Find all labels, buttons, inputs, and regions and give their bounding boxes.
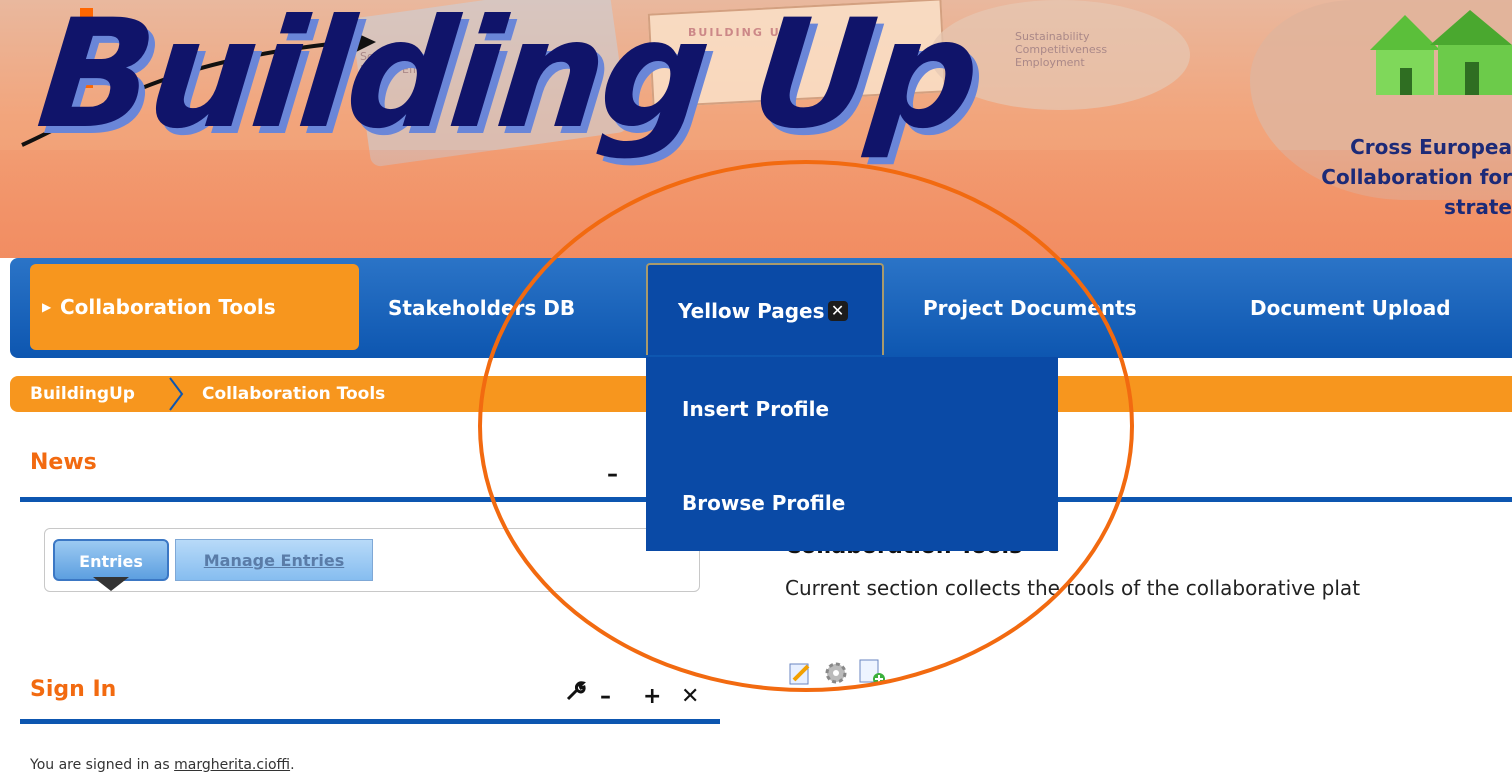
tagline-line: strate [1444, 195, 1512, 219]
breadcrumb-item[interactable]: BuildingUp [30, 376, 135, 412]
nav-item-stakeholders-db[interactable]: Stakeholders DB [388, 258, 575, 358]
chevron-right-icon [169, 377, 184, 411]
breadcrumb-item[interactable]: Collaboration Tools [202, 376, 385, 412]
tab-manage-entries[interactable]: Manage Entries [175, 539, 373, 581]
add-page-icon[interactable] [858, 658, 886, 690]
minimize-icon[interactable]: – [600, 684, 611, 709]
banner-note: Sustainability Competitiveness Employmen… [1015, 30, 1108, 69]
tagline-line: Cross Europea [1350, 135, 1512, 159]
gear-icon[interactable] [823, 660, 849, 690]
nav-item-collaboration-tools[interactable]: ▶ Collaboration Tools [30, 264, 359, 350]
divider [20, 719, 720, 724]
username-link[interactable]: margherita.cioffi [174, 757, 290, 773]
nav-item-label: Document Upload [1250, 296, 1451, 320]
nav-item-yellow-pages[interactable]: Yellow Pages ✕ [646, 263, 884, 355]
site-tagline: Cross Europea Collaboration for strate [1212, 132, 1512, 222]
caret-right-icon: ▶ [42, 300, 52, 314]
content-description: Current section collects the tools of th… [785, 576, 1361, 600]
maximize-icon[interactable]: + [643, 684, 661, 709]
header-banner: BUILDING UP Solutions for Energy Effic S… [0, 0, 1512, 258]
close-icon[interactable]: ✕ [681, 684, 699, 709]
tagline-line: Collaboration for [1321, 165, 1512, 189]
menu-item-browse-profile[interactable]: Browse Profile [682, 491, 845, 515]
news-tabs-container: Entries Manage Entries [44, 528, 700, 592]
content-actions [788, 658, 890, 690]
nav-item-label: Yellow Pages [678, 299, 825, 323]
minimize-icon[interactable]: – [607, 462, 618, 487]
yellow-pages-dropdown: Insert Profile Browse Profile [646, 357, 1058, 551]
tab-pointer-icon [93, 577, 129, 591]
wrench-icon[interactable] [565, 680, 587, 707]
signed-in-suffix: . [290, 757, 295, 773]
signin-portlet-title: Sign In [30, 677, 117, 702]
news-portlet-title: News [30, 450, 97, 475]
houses-icon [1370, 10, 1512, 95]
signed-in-prefix: You are signed in as [30, 757, 175, 773]
nav-item-label: Collaboration Tools [60, 295, 276, 319]
nav-item-label: Stakeholders DB [388, 296, 576, 320]
nav-item-label: Project Documents [923, 296, 1137, 320]
site-logo[interactable]: Building Up [31, 0, 984, 162]
main-navigation: ▶ Collaboration Tools Stakeholders DB Ye… [10, 258, 1512, 358]
signed-in-status: You are signed in as margherita.cioffi. [30, 757, 295, 773]
nav-item-document-upload[interactable]: Document Upload [1250, 258, 1451, 358]
nav-item-project-documents[interactable]: Project Documents [923, 258, 1137, 358]
menu-item-insert-profile[interactable]: Insert Profile [682, 397, 829, 421]
edit-icon[interactable] [788, 660, 814, 690]
close-icon[interactable]: ✕ [827, 300, 848, 321]
tab-entries[interactable]: Entries [53, 539, 169, 581]
